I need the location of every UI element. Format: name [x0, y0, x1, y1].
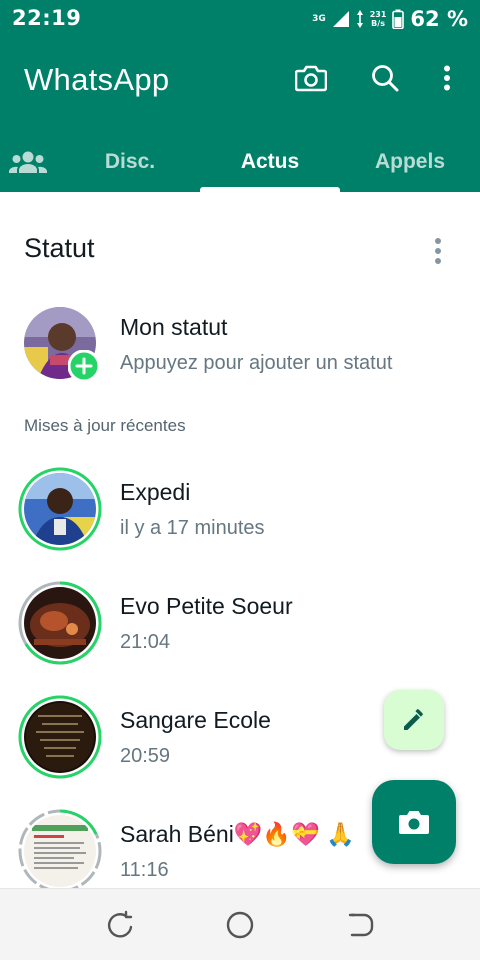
tab-bar: Disc. Actus Appels: [0, 132, 480, 192]
speed-unit: B/s: [371, 19, 385, 28]
app-bar: WhatsApp Disc. Actus Appels: [0, 38, 480, 192]
status-avatar: [18, 809, 102, 888]
signal-icon: [332, 11, 349, 27]
camera-icon: [399, 811, 429, 834]
clock: 22:19: [12, 6, 82, 30]
status-icons: 3G 231 B/s 62 %: [312, 6, 468, 32]
contact-name: Sangare Ecole: [120, 707, 271, 733]
avatar: [24, 473, 96, 545]
status-avatar: [18, 695, 102, 779]
search-icon[interactable]: [367, 60, 403, 96]
community-icon: [9, 151, 47, 173]
tab-communities[interactable]: [0, 132, 56, 192]
contact-name: Sarah Béni💖🔥💝 🙏: [120, 821, 355, 847]
avatar: [24, 815, 96, 887]
app-title: WhatsApp: [24, 62, 170, 97]
status-update-row[interactable]: Evo Petite Soeur 21:04: [0, 579, 480, 693]
contact-name: Expedi: [120, 479, 191, 505]
section-title: Statut: [24, 233, 95, 263]
back-icon[interactable]: [344, 909, 376, 941]
update-time: 21:04: [120, 631, 171, 653]
update-time: il y a 17 minutes: [120, 517, 265, 539]
pencil-icon: [404, 709, 423, 730]
home-icon[interactable]: [224, 909, 256, 941]
system-status-bar: 22:19 3G 231 B/s 62 %: [0, 0, 480, 38]
status-update-row[interactable]: Expedi il y a 17 minutes: [0, 465, 480, 579]
speed-value: 231: [369, 10, 387, 19]
more-vert-icon[interactable]: [430, 236, 446, 266]
avatar: [24, 587, 96, 659]
camera-status-button[interactable]: [372, 780, 456, 864]
add-status-icon[interactable]: [68, 350, 100, 382]
tab-chats[interactable]: Disc.: [72, 132, 188, 192]
my-status-row[interactable]: Mon statut Appuyez pour ajouter un statu…: [0, 300, 480, 414]
tab-calls[interactable]: Appels: [350, 132, 470, 192]
recent-apps-icon[interactable]: [104, 909, 136, 941]
my-status-hint: Appuyez pour ajouter un statut: [120, 352, 393, 374]
battery-percent: 62 %: [410, 7, 468, 31]
update-time: 20:59: [120, 745, 171, 767]
system-navigation-bar: [0, 888, 480, 960]
camera-icon[interactable]: [293, 60, 329, 96]
network-speed: 231 B/s: [370, 10, 387, 28]
data-arrows-icon: [356, 10, 363, 28]
avatar: [24, 701, 96, 773]
status-avatar: [18, 467, 102, 551]
more-vert-icon[interactable]: [429, 60, 465, 96]
battery-icon: [392, 9, 405, 29]
active-tab-indicator: [200, 187, 340, 192]
tab-updates[interactable]: Actus: [200, 132, 340, 192]
my-avatar: [18, 300, 102, 384]
status-avatar: [18, 581, 102, 665]
contact-name: Evo Petite Soeur: [120, 593, 293, 619]
text-status-button[interactable]: [384, 690, 444, 750]
my-status-name: Mon statut: [120, 314, 228, 340]
recent-updates-label: Mises à jour récentes: [24, 416, 186, 435]
network-type: 3G: [312, 13, 326, 24]
update-time: 11:16: [120, 859, 169, 881]
